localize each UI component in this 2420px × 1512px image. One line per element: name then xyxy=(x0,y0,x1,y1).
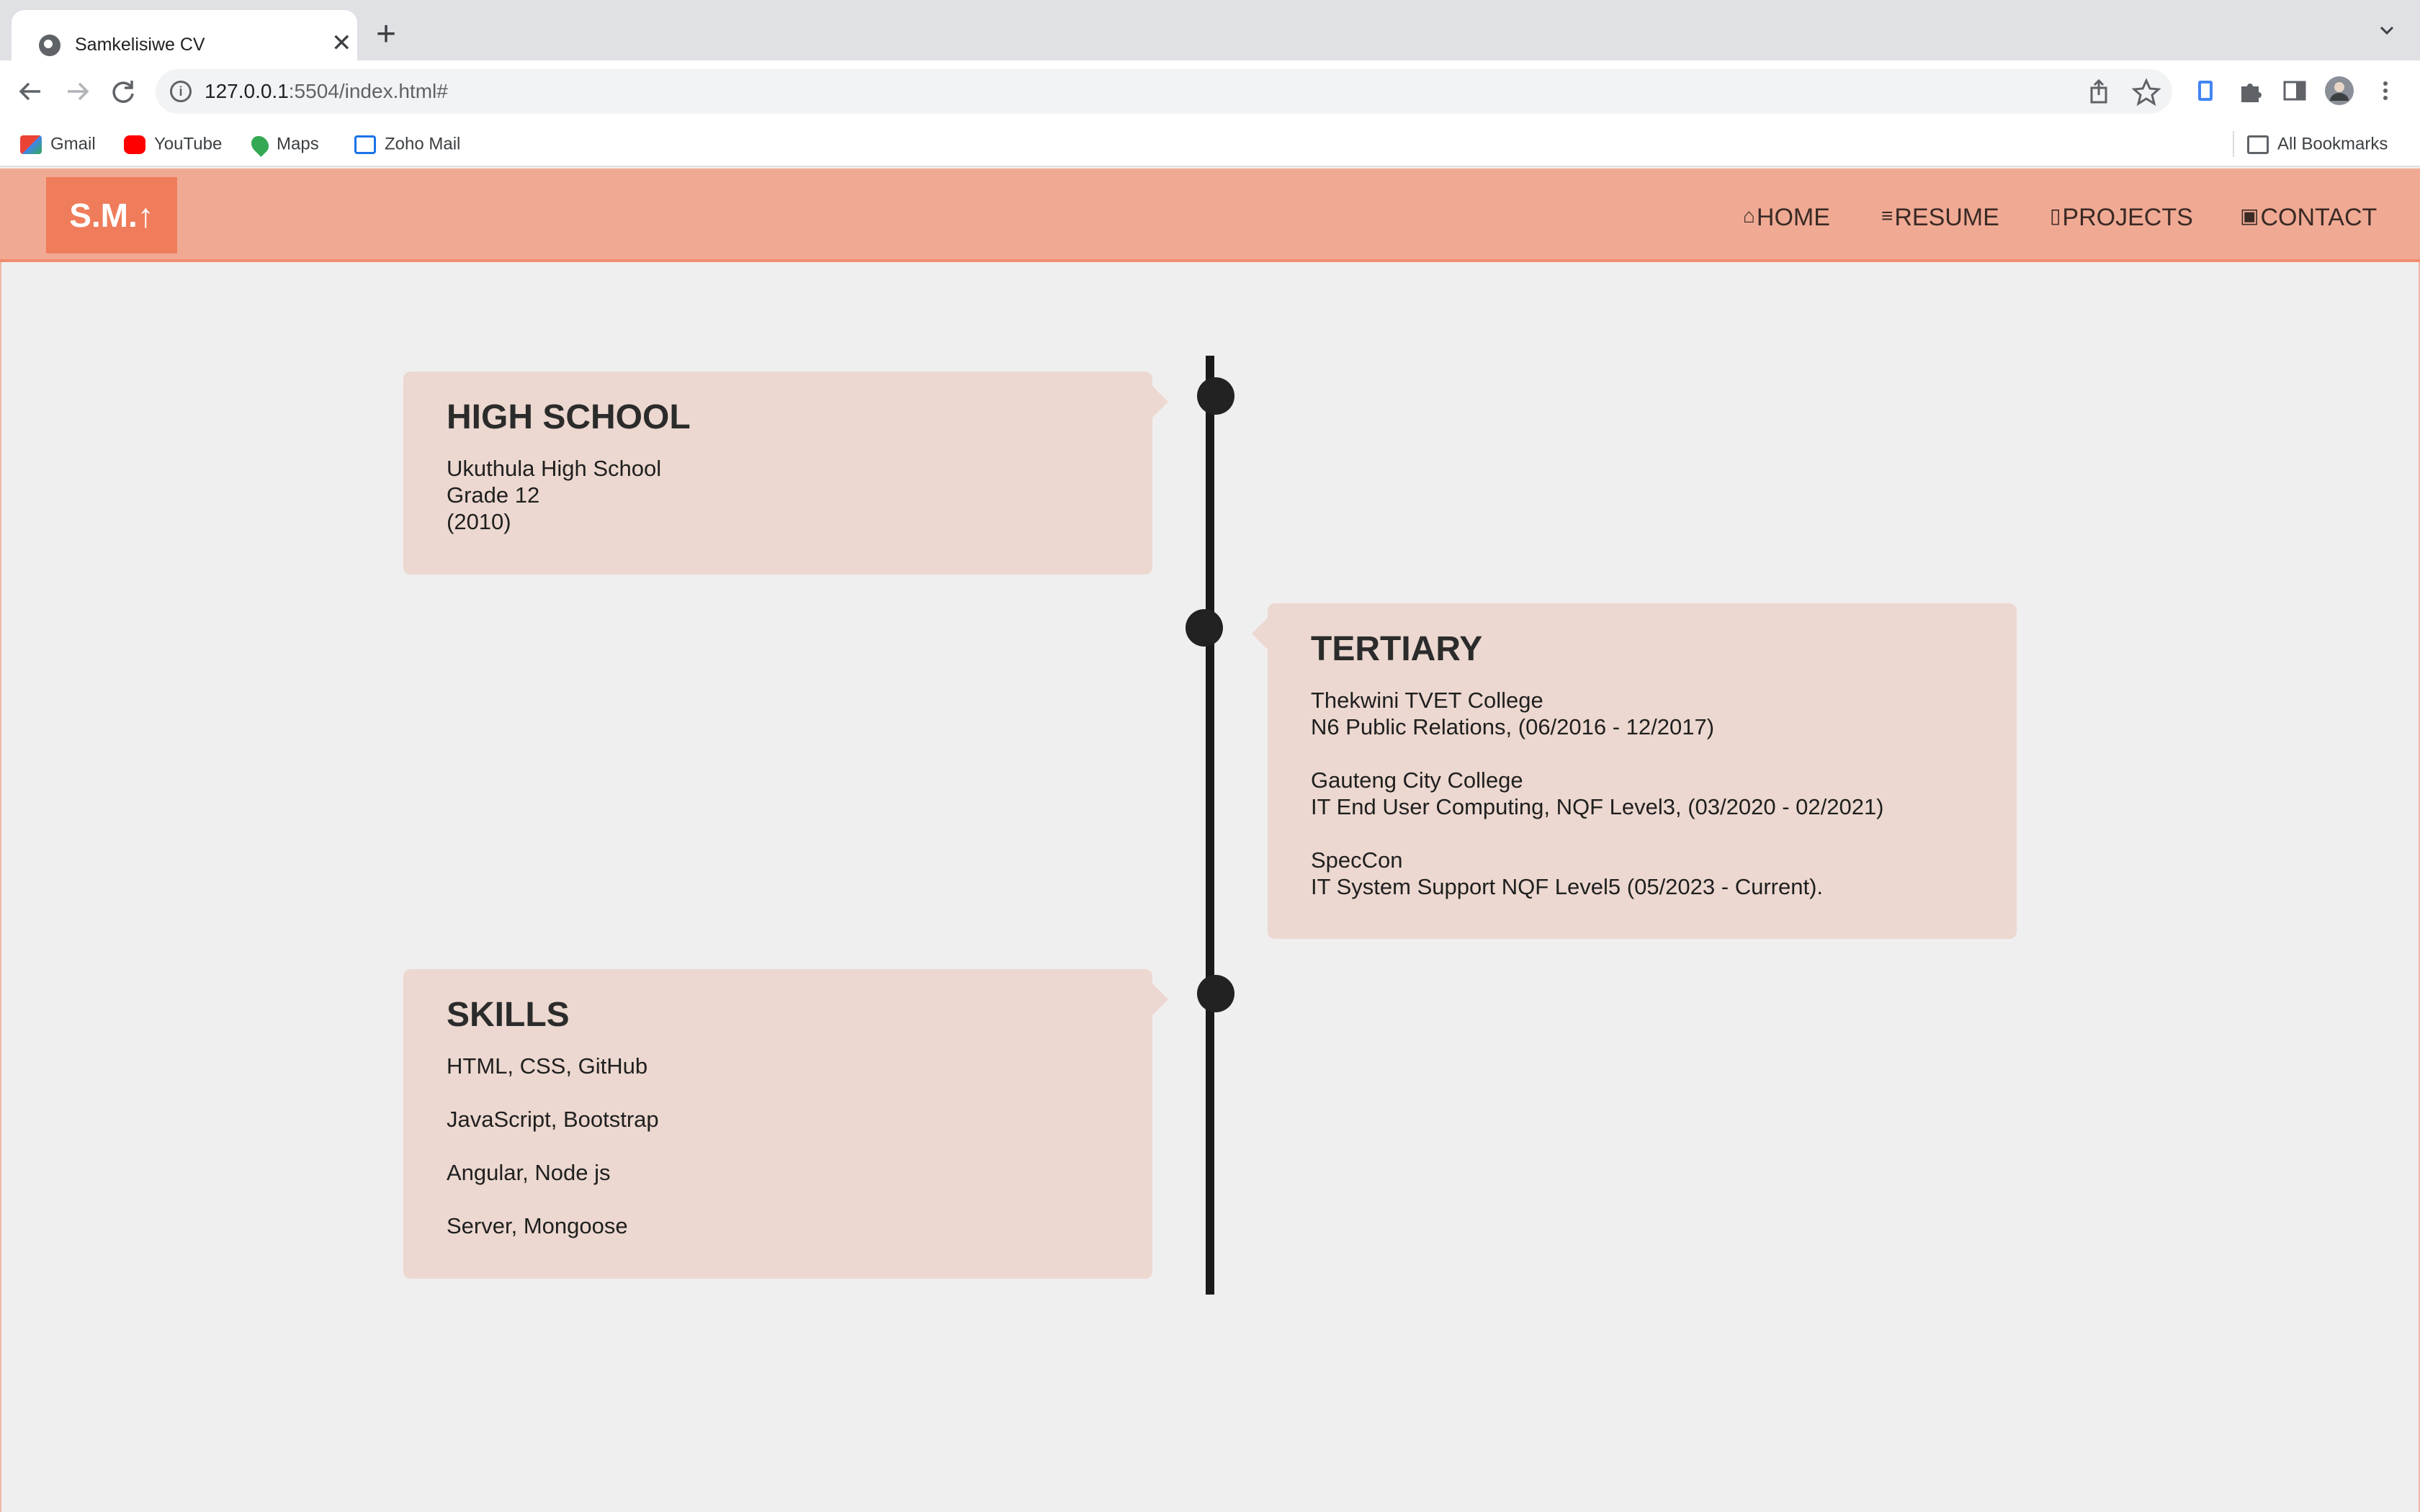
tertiary-institution: SpecCon xyxy=(1311,847,1403,873)
tertiary-qualification: IT System Support NQF Level5 (05/2023 - … xyxy=(1311,874,1824,899)
nav-contact[interactable]: ▣CONTACT xyxy=(2240,197,2377,235)
home-icon: ⌂ xyxy=(1743,204,1755,227)
extension-icon[interactable] xyxy=(2190,75,2221,107)
nav-home[interactable]: ⌂HOME xyxy=(1743,197,1830,235)
card-title: SKILLS xyxy=(447,996,570,1034)
document-icon: ▯ xyxy=(2050,204,2061,227)
nav-resume[interactable]: ≡RESUME xyxy=(1881,197,1999,235)
tertiary-institution: Gauteng City College xyxy=(1311,768,1523,793)
school-name: Ukuthula High School xyxy=(447,456,662,481)
share-icon[interactable] xyxy=(2086,78,2112,107)
card-title: HIGH SCHOOL xyxy=(447,398,691,436)
card-title: TERTIARY xyxy=(1311,630,1483,668)
tab-title: Samkelisiwe CV xyxy=(75,35,205,55)
bookmarks-bar: Gmail YouTube Maps Zoho Mail All Bookmar… xyxy=(0,121,2420,167)
zoho-mail-icon xyxy=(354,135,376,154)
back-arrow-icon[interactable] xyxy=(14,75,48,108)
site-logo[interactable]: S.M.↑ xyxy=(46,177,177,253)
address-bar[interactable] xyxy=(156,69,2172,114)
maps-pin-icon xyxy=(248,132,272,157)
list-icon: ≡ xyxy=(1881,204,1894,227)
skill-item: Angular, Node js xyxy=(447,1160,611,1185)
timeline-dot-skills xyxy=(1197,975,1234,1012)
kebab-menu-icon[interactable] xyxy=(2370,75,2401,107)
contact-card-icon: ▣ xyxy=(2240,204,2259,227)
new-tab-icon[interactable]: + xyxy=(376,16,396,53)
timeline-dot-high-school xyxy=(1197,377,1234,415)
skill-item: Server, Mongoose xyxy=(447,1213,628,1238)
forward-arrow-icon[interactable] xyxy=(60,75,94,108)
tab-search-icon[interactable] xyxy=(2377,20,2397,40)
bookmark-star-icon[interactable] xyxy=(2132,78,2161,107)
timeline-card-high-school: HIGH SCHOOL Ukuthula High School Grade 1… xyxy=(403,372,1168,575)
timeline-card-skills: SKILLS HTML, CSS, GitHub JavaScript, Boo… xyxy=(403,969,1168,1279)
reload-icon[interactable] xyxy=(107,75,140,108)
timeline-card-tertiary: TERTIARY Thekwini TVET College N6 Public… xyxy=(1252,603,2017,939)
folder-icon xyxy=(2247,135,2269,154)
gmail-icon xyxy=(20,135,42,154)
side-panel-icon[interactable] xyxy=(2279,75,2311,107)
bookmark-gmail[interactable]: Gmail xyxy=(20,130,96,158)
school-grade: Grade 12 xyxy=(447,482,540,508)
bookmark-youtube[interactable]: YouTube xyxy=(124,130,222,158)
browser-tab[interactable]: Samkelisiwe CV ✕ xyxy=(12,10,357,60)
school-year: (2010) xyxy=(447,509,511,534)
puzzle-icon[interactable] xyxy=(2234,75,2266,107)
bookmark-zoho-mail[interactable]: Zoho Mail xyxy=(354,130,460,158)
youtube-icon xyxy=(124,135,145,154)
nav-projects[interactable]: ▯PROJECTS xyxy=(2050,197,2193,235)
browser-toolbar: i 127.0.0.1:5504/index.html# xyxy=(0,60,2420,121)
tertiary-qualification: IT End User Computing, NQF Level3, (03/2… xyxy=(1311,794,1884,819)
bookmarks-divider xyxy=(2233,131,2234,157)
url-text[interactable]: 127.0.0.1:5504/index.html# xyxy=(205,78,448,105)
site-info-icon[interactable]: i xyxy=(170,81,192,102)
avatar[interactable] xyxy=(2323,75,2355,107)
all-bookmarks-button[interactable]: All Bookmarks xyxy=(2247,130,2388,158)
skill-item: JavaScript, Bootstrap xyxy=(447,1107,659,1132)
bookmark-maps[interactable]: Maps xyxy=(248,130,319,158)
globe-icon xyxy=(39,35,60,56)
skill-item: HTML, CSS, GitHub xyxy=(447,1053,648,1079)
tertiary-qualification: N6 Public Relations, (06/2016 - 12/2017) xyxy=(1311,714,1715,739)
tertiary-institution: Thekwini TVET College xyxy=(1311,688,1543,713)
site-header: S.M.↑ ⌂HOME ≡RESUME ▯PROJECTS ▣CONTACT xyxy=(0,168,2420,262)
close-tab-icon[interactable]: ✕ xyxy=(331,30,352,56)
timeline-line xyxy=(1206,356,1214,1295)
browser-tab-strip: Samkelisiwe CV ✕ + xyxy=(0,0,2420,60)
timeline-dot-tertiary xyxy=(1186,609,1223,647)
